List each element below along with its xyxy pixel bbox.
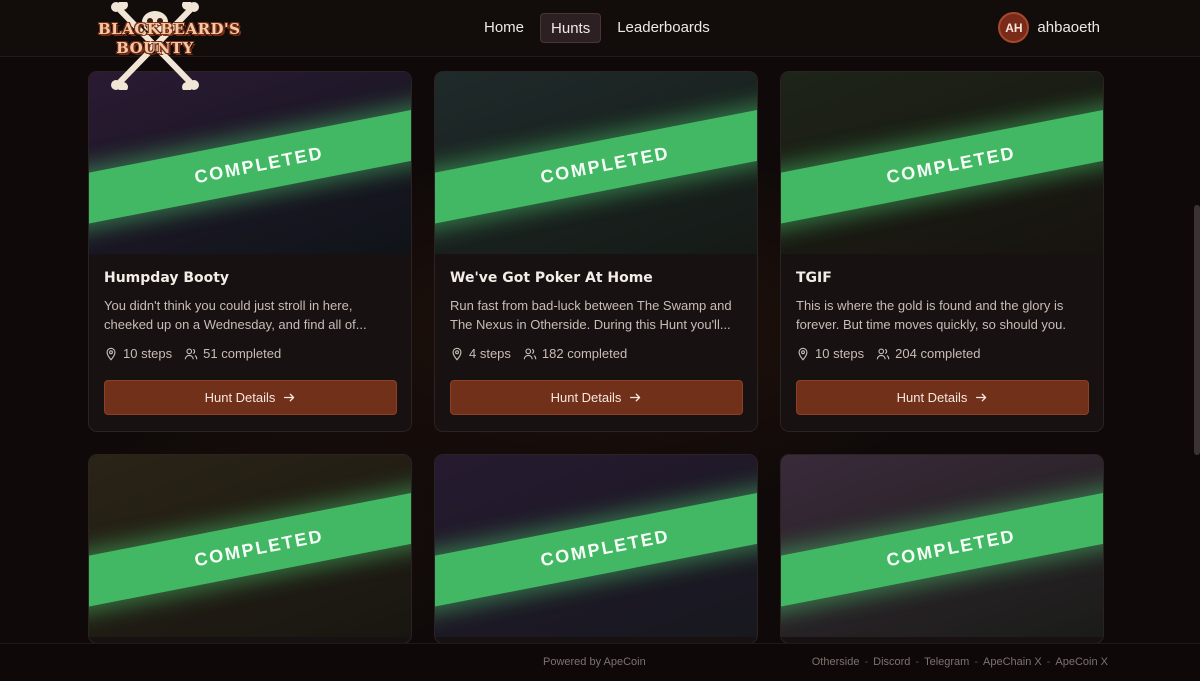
hunt-details-label: Hunt Details [204,390,276,405]
completed-ribbon: COMPLETED [89,483,411,613]
completed-ribbon: COMPLETED [435,100,757,230]
main-nav: Home Hunts Leaderboards [474,13,720,43]
footer-link-telegram[interactable]: Telegram [924,656,969,668]
completed-label: COMPLETED [538,142,672,187]
completed-ribbon: COMPLETED [89,100,411,230]
hunt-completed-count: 182 completed [541,346,628,361]
arrow-right-icon [976,393,987,402]
hunt-card-image: COMPLETED [435,455,757,637]
hunt-meta: 10 steps 51 completed [104,346,396,361]
hunt-details-button[interactable]: Hunt Details [796,380,1089,415]
map-pin-icon [798,347,808,361]
users-icon [523,348,537,359]
footer-link-discord[interactable]: Discord [873,656,910,668]
completed-label: COMPLETED [192,142,326,187]
footer: Powered by ApeCoin Otherside - Discord -… [0,643,1200,681]
users-icon [184,348,198,359]
logo-line-2: BOUNTY [116,39,194,57]
hunt-description: You didn't think you could just stroll i… [104,298,367,332]
hunt-card: COMPLETED TGIF This is where the gold is… [780,71,1104,432]
completed-ribbon: COMPLETED [781,483,1103,613]
hunt-card-image: COMPLETED [781,72,1103,254]
blackbeards-bounty-logo[interactable]: BLACKBEARD'S BOUNTY [98,2,241,90]
hunt-steps: 4 steps [469,346,511,361]
powered-by: Powered by ApeCoin [543,656,646,668]
hunt-card-image: COMPLETED [89,455,411,637]
nav-home[interactable]: Home [474,13,534,43]
hunt-completed-count: 51 completed [203,346,282,361]
hunt-details-label: Hunt Details [896,390,968,405]
hunt-completed-count: 204 completed [895,346,981,361]
nav-leaderboards[interactable]: Leaderboards [607,13,720,43]
footer-link-apechain-x[interactable]: ApeChain X [983,656,1042,668]
hunt-card-image: COMPLETED [435,72,757,254]
footer-link-otherside[interactable]: Otherside [812,656,860,668]
hunt-title: We've Got Poker At Home [450,270,653,286]
map-pin-icon [106,347,116,361]
logo-line-1: BLACKBEARD'S [98,20,241,38]
hunt-card: COMPLETED Humpday Booty You didn't think… [88,71,412,432]
username: ahbaoeth [1037,19,1100,36]
hunt-details-button[interactable]: Hunt Details [450,380,743,415]
completed-label: COMPLETED [884,142,1018,187]
arrow-right-icon [284,393,295,402]
hunt-title: Humpday Booty [104,270,230,286]
nav-hunts[interactable]: Hunts [540,13,602,43]
hunt-description: Run fast from bad-luck between The Swamp… [450,298,732,332]
hunts-grid: COMPLETED Humpday Booty You didn't think… [0,0,1200,681]
completed-label: COMPLETED [538,525,672,570]
hunt-meta: 10 steps 204 completed [796,346,1088,361]
hunt-card: COMPLETED We've Got Poker At Home Run fa… [434,71,758,432]
completed-ribbon: COMPLETED [781,100,1103,230]
hunt-title: TGIF [796,270,832,286]
hunt-card: COMPLETED [780,454,1104,644]
user-menu[interactable]: AH ahbaoeth [998,12,1100,43]
hunt-meta: 4 steps 182 completed [450,346,742,361]
hunt-description: This is where the gold is found and the … [796,298,1066,332]
completed-ribbon: COMPLETED [435,483,757,613]
hunt-details-button[interactable]: Hunt Details [104,380,397,415]
hunt-card: COMPLETED [88,454,412,644]
avatar: AH [998,12,1030,43]
hunt-steps: 10 steps [815,346,865,361]
hunt-details-label: Hunt Details [550,390,622,405]
footer-links: Otherside - Discord - Telegram - ApeChai… [811,656,1108,668]
page-scrollbar[interactable] [1194,205,1200,455]
completed-label: COMPLETED [884,525,1018,570]
arrow-right-icon [630,393,641,402]
footer-link-apecoin-x[interactable]: ApeCoin X [1055,656,1108,668]
map-pin-icon [452,347,462,361]
hunt-steps: 10 steps [123,346,173,361]
users-icon [876,348,890,359]
hunt-card-image: COMPLETED [89,72,411,254]
hunt-card: COMPLETED [434,454,758,644]
completed-label: COMPLETED [192,525,326,570]
hunt-card-image: COMPLETED [781,455,1103,637]
